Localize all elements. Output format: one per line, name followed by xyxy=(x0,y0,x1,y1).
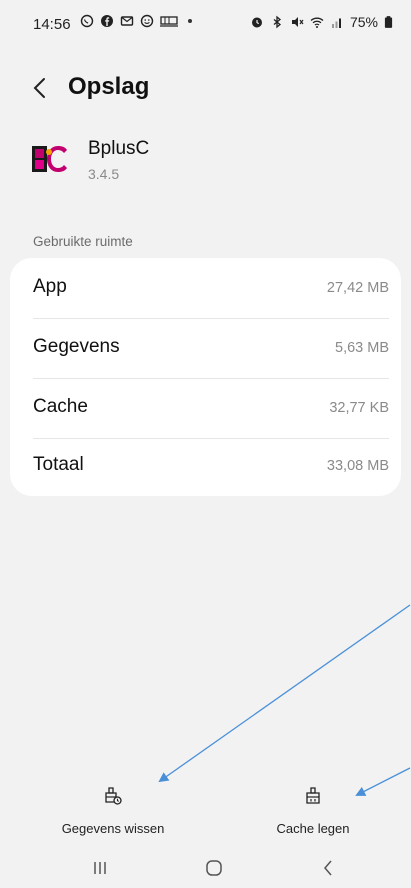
page-title: Opslag xyxy=(68,73,150,100)
home-icon xyxy=(206,860,222,876)
status-bar: 14:56 75% xyxy=(0,0,411,50)
whatsapp-icon xyxy=(80,14,94,28)
back-button[interactable] xyxy=(26,74,54,102)
home-button[interactable] xyxy=(194,854,234,882)
storage-row-total: Totaal 33,08 MB xyxy=(10,436,401,496)
battery-icon xyxy=(384,16,393,28)
app-version: 3.4.5 xyxy=(88,166,120,182)
storage-row-app: App 27,42 MB xyxy=(10,258,401,318)
storage-row-value: 27,42 MB xyxy=(326,280,389,296)
storage-row-value: 33,08 MB xyxy=(326,458,389,474)
alarm-icon xyxy=(251,17,262,28)
storage-row-label: Cache xyxy=(33,396,88,417)
wifi-icon xyxy=(310,17,324,28)
action-bar: Gegevens wissen Cache legen xyxy=(0,786,411,846)
storage-row-cache: Cache 32,77 KB xyxy=(10,378,401,438)
bluetooth-icon xyxy=(273,15,281,29)
signal-icon xyxy=(331,18,341,28)
chevron-left-icon xyxy=(33,78,45,98)
storage-row-data: Gegevens 5,63 MB xyxy=(10,318,401,378)
back-nav-button[interactable] xyxy=(308,854,348,882)
app-name: BplusC xyxy=(88,138,150,159)
page-header: Opslag xyxy=(0,66,411,110)
clear-data-icon xyxy=(105,787,122,805)
storage-row-value: 5,63 MB xyxy=(335,340,389,356)
gmail-icon xyxy=(120,16,134,26)
system-status-icons: 75% xyxy=(250,14,393,30)
battery-percent: 75% xyxy=(349,14,378,30)
train-icon xyxy=(160,16,178,27)
storage-row-value: 32,77 KB xyxy=(329,400,389,416)
back-nav-icon xyxy=(324,860,332,876)
clear-cache-icon xyxy=(306,787,320,804)
recent-apps-button[interactable] xyxy=(80,854,120,882)
storage-row-label: App xyxy=(33,276,67,297)
recent-apps-icon xyxy=(94,862,106,874)
storage-row-label: Gegevens xyxy=(33,336,120,357)
used-space-label: Gebruikte ruimte xyxy=(33,234,133,249)
clear-data-button[interactable]: Gegevens wissen xyxy=(56,786,170,836)
more-notifications-dot xyxy=(188,19,192,23)
storage-card: App 27,42 MB Gegevens 5,63 MB Cache 32,7… xyxy=(10,258,401,496)
smiley-icon xyxy=(140,14,154,28)
clear-cache-button[interactable]: Cache legen xyxy=(268,786,358,836)
app-info: BplusC 3.4.5 xyxy=(32,136,332,192)
storage-row-label: Totaal xyxy=(33,454,84,475)
clear-cache-label: Cache legen xyxy=(276,821,350,836)
notification-icons xyxy=(80,14,192,28)
navigation-bar xyxy=(0,848,411,888)
clear-data-label: Gegevens wissen xyxy=(61,821,165,836)
status-time: 14:56 xyxy=(33,16,71,33)
bplusc-app-icon xyxy=(32,146,67,172)
mute-icon xyxy=(291,17,304,27)
annotation-arrow-clear-data xyxy=(158,604,411,783)
facebook-icon xyxy=(101,15,113,27)
